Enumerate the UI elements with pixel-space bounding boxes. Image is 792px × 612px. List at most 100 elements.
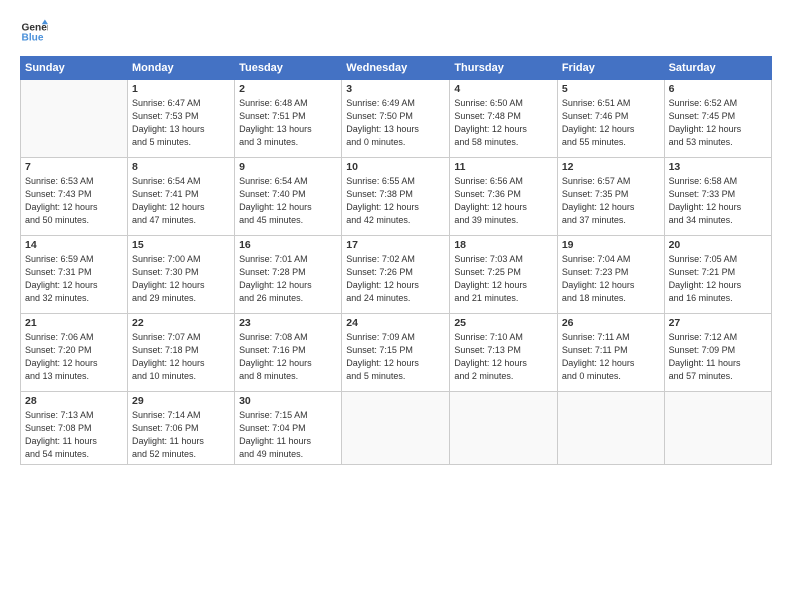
day-number: 10 — [346, 161, 445, 173]
weekday-tuesday: Tuesday — [235, 57, 342, 80]
day-number: 1 — [132, 83, 230, 95]
svg-text:Blue: Blue — [22, 33, 44, 44]
day-number: 23 — [239, 317, 337, 329]
day-number: 27 — [669, 317, 767, 329]
week-row-5: 28Sunrise: 7:13 AMSunset: 7:08 PMDayligh… — [21, 392, 772, 465]
day-number: 14 — [25, 239, 123, 251]
calendar-cell: 9 Sunrise: 6:54 AMSunset: 7:40 PMDaylight… — [235, 158, 342, 236]
calendar-cell — [450, 392, 557, 465]
calendar-cell: 22Sunrise: 7:07 AMSunset: 7:18 PMDayligh… — [128, 314, 235, 392]
day-number: 15 — [132, 239, 230, 251]
day-info: Sunrise: 6:50 AMSunset: 7:48 PMDaylight:… — [454, 97, 552, 149]
day-number: 16 — [239, 239, 337, 251]
day-info: Sunrise: 6:56 AMSunset: 7:36 PMDaylight:… — [454, 175, 552, 227]
calendar-cell: 24 Sunrise: 7:09 AMSunset: 7:15 PMDayligh… — [342, 314, 450, 392]
calendar-cell: 1 Sunrise: 6:47 AMSunset: 7:53 PMDaylight… — [128, 80, 235, 158]
day-number: 24 — [346, 317, 445, 329]
day-info: Sunrise: 6:59 AMSunset: 7:31 PMDaylight:… — [25, 253, 123, 305]
calendar-cell — [664, 392, 771, 465]
day-info: Sunrise: 6:52 AMSunset: 7:45 PMDaylight:… — [669, 97, 767, 149]
day-number: 9 — [239, 161, 337, 173]
weekday-friday: Friday — [557, 57, 664, 80]
logo: General Blue — [20, 18, 48, 46]
calendar-cell: 15 Sunrise: 7:00 AMSunset: 7:30 PMDayligh… — [128, 236, 235, 314]
calendar-cell: 6Sunrise: 6:52 AMSunset: 7:45 PMDaylight… — [664, 80, 771, 158]
day-number: 25 — [454, 317, 552, 329]
day-number: 4 — [454, 83, 552, 95]
calendar-cell: 8 Sunrise: 6:54 AMSunset: 7:41 PMDaylight… — [128, 158, 235, 236]
calendar-cell: 11 Sunrise: 6:56 AMSunset: 7:36 PMDayligh… — [450, 158, 557, 236]
calendar-cell: 29 Sunrise: 7:14 AMSunset: 7:06 PMDayligh… — [128, 392, 235, 465]
day-info: Sunrise: 6:47 AMSunset: 7:53 PMDaylight:… — [132, 97, 230, 149]
calendar-cell — [21, 80, 128, 158]
week-row-2: 7Sunrise: 6:53 AMSunset: 7:43 PMDaylight… — [21, 158, 772, 236]
day-number: 18 — [454, 239, 552, 251]
calendar-cell: 30 Sunrise: 7:15 AMSunset: 7:04 PMDayligh… — [235, 392, 342, 465]
day-info: Sunrise: 6:48 AMSunset: 7:51 PMDaylight:… — [239, 97, 337, 149]
day-info: Sunrise: 6:57 AMSunset: 7:35 PMDaylight:… — [562, 175, 660, 227]
calendar-cell: 5 Sunrise: 6:51 AMSunset: 7:46 PMDaylight… — [557, 80, 664, 158]
day-info: Sunrise: 6:58 AMSunset: 7:33 PMDaylight:… — [669, 175, 767, 227]
week-row-4: 21 Sunrise: 7:06 AMSunset: 7:20 PMDayligh… — [21, 314, 772, 392]
week-row-1: 1 Sunrise: 6:47 AMSunset: 7:53 PMDaylight… — [21, 80, 772, 158]
calendar-cell: 13 Sunrise: 6:58 AMSunset: 7:33 PMDayligh… — [664, 158, 771, 236]
day-info: Sunrise: 7:13 AMSunset: 7:08 PMDaylight:… — [25, 409, 123, 461]
calendar-cell: 17Sunrise: 7:02 AMSunset: 7:26 PMDayligh… — [342, 236, 450, 314]
calendar: SundayMondayTuesdayWednesdayThursdayFrid… — [20, 56, 772, 465]
week-row-3: 14 Sunrise: 6:59 AMSunset: 7:31 PMDayligh… — [21, 236, 772, 314]
weekday-header-row: SundayMondayTuesdayWednesdayThursdayFrid… — [21, 57, 772, 80]
day-info: Sunrise: 7:03 AMSunset: 7:25 PMDaylight:… — [454, 253, 552, 305]
day-info: Sunrise: 6:51 AMSunset: 7:46 PMDaylight:… — [562, 97, 660, 149]
day-number: 13 — [669, 161, 767, 173]
logo-icon: General Blue — [20, 18, 48, 46]
day-info: Sunrise: 7:15 AMSunset: 7:04 PMDaylight:… — [239, 409, 337, 461]
day-info: Sunrise: 6:54 AMSunset: 7:41 PMDaylight:… — [132, 175, 230, 227]
day-info: Sunrise: 6:54 AMSunset: 7:40 PMDaylight:… — [239, 175, 337, 227]
calendar-cell: 27 Sunrise: 7:12 AMSunset: 7:09 PMDayligh… — [664, 314, 771, 392]
day-info: Sunrise: 7:00 AMSunset: 7:30 PMDaylight:… — [132, 253, 230, 305]
day-info: Sunrise: 6:49 AMSunset: 7:50 PMDaylight:… — [346, 97, 445, 149]
day-number: 19 — [562, 239, 660, 251]
calendar-body: 1 Sunrise: 6:47 AMSunset: 7:53 PMDaylight… — [21, 80, 772, 465]
day-info: Sunrise: 7:04 AMSunset: 7:23 PMDaylight:… — [562, 253, 660, 305]
day-number: 30 — [239, 395, 337, 407]
day-info: Sunrise: 6:53 AMSunset: 7:43 PMDaylight:… — [25, 175, 123, 227]
day-info: Sunrise: 7:07 AMSunset: 7:18 PMDaylight:… — [132, 331, 230, 383]
day-number: 11 — [454, 161, 552, 173]
day-number: 17 — [346, 239, 445, 251]
day-number: 21 — [25, 317, 123, 329]
calendar-cell: 19 Sunrise: 7:04 AMSunset: 7:23 PMDayligh… — [557, 236, 664, 314]
calendar-cell: 12Sunrise: 6:57 AMSunset: 7:35 PMDayligh… — [557, 158, 664, 236]
day-number: 20 — [669, 239, 767, 251]
day-number: 5 — [562, 83, 660, 95]
calendar-cell: 23 Sunrise: 7:08 AMSunset: 7:16 PMDayligh… — [235, 314, 342, 392]
day-info: Sunrise: 7:09 AMSunset: 7:15 PMDaylight:… — [346, 331, 445, 383]
calendar-cell: 14 Sunrise: 6:59 AMSunset: 7:31 PMDayligh… — [21, 236, 128, 314]
calendar-cell: 2 Sunrise: 6:48 AMSunset: 7:51 PMDaylight… — [235, 80, 342, 158]
day-number: 2 — [239, 83, 337, 95]
calendar-cell: 7Sunrise: 6:53 AMSunset: 7:43 PMDaylight… — [21, 158, 128, 236]
day-info: Sunrise: 7:01 AMSunset: 7:28 PMDaylight:… — [239, 253, 337, 305]
calendar-cell: 16 Sunrise: 7:01 AMSunset: 7:28 PMDayligh… — [235, 236, 342, 314]
weekday-monday: Monday — [128, 57, 235, 80]
day-info: Sunrise: 7:14 AMSunset: 7:06 PMDaylight:… — [132, 409, 230, 461]
calendar-cell — [342, 392, 450, 465]
calendar-cell: 18 Sunrise: 7:03 AMSunset: 7:25 PMDayligh… — [450, 236, 557, 314]
day-info: Sunrise: 7:06 AMSunset: 7:20 PMDaylight:… — [25, 331, 123, 383]
day-number: 3 — [346, 83, 445, 95]
day-info: Sunrise: 7:12 AMSunset: 7:09 PMDaylight:… — [669, 331, 767, 383]
day-number: 8 — [132, 161, 230, 173]
page-header: General Blue — [20, 18, 772, 46]
day-info: Sunrise: 7:10 AMSunset: 7:13 PMDaylight:… — [454, 331, 552, 383]
day-info: Sunrise: 7:08 AMSunset: 7:16 PMDaylight:… — [239, 331, 337, 383]
day-number: 29 — [132, 395, 230, 407]
weekday-wednesday: Wednesday — [342, 57, 450, 80]
day-info: Sunrise: 6:55 AMSunset: 7:38 PMDaylight:… — [346, 175, 445, 227]
calendar-cell: 4 Sunrise: 6:50 AMSunset: 7:48 PMDaylight… — [450, 80, 557, 158]
weekday-thursday: Thursday — [450, 57, 557, 80]
calendar-cell: 25 Sunrise: 7:10 AMSunset: 7:13 PMDayligh… — [450, 314, 557, 392]
day-info: Sunrise: 7:05 AMSunset: 7:21 PMDaylight:… — [669, 253, 767, 305]
calendar-cell: 28Sunrise: 7:13 AMSunset: 7:08 PMDayligh… — [21, 392, 128, 465]
calendar-cell: 26Sunrise: 7:11 AMSunset: 7:11 PMDayligh… — [557, 314, 664, 392]
calendar-cell: 21 Sunrise: 7:06 AMSunset: 7:20 PMDayligh… — [21, 314, 128, 392]
